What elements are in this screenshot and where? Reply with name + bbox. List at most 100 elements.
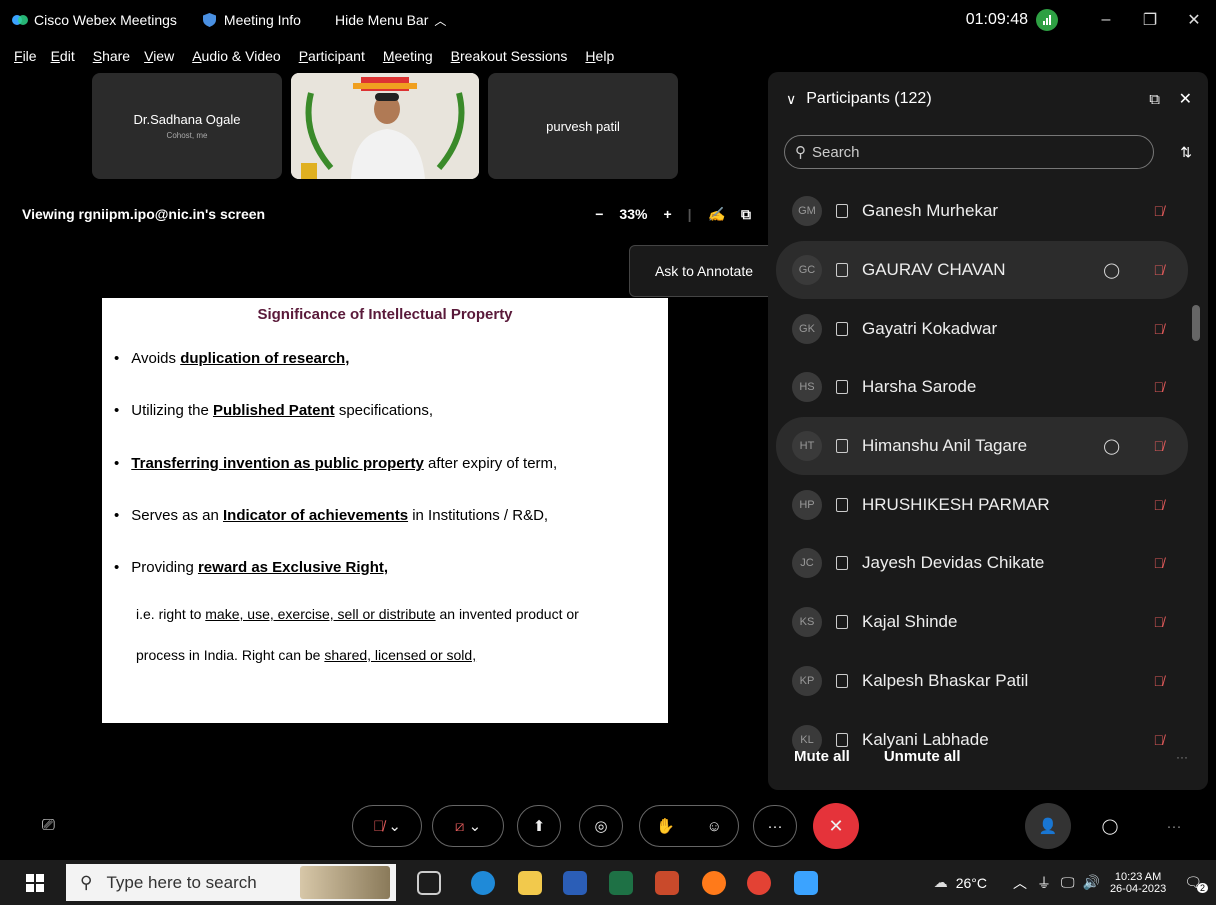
captions-icon[interactable]: ⎚: [42, 817, 55, 835]
participant-row[interactable]: KS Kajal Shinde 🎙̸: [776, 593, 1188, 652]
participants-toggle-button[interactable]: 👤: [1025, 803, 1071, 849]
meeting-info-button[interactable]: Meeting Info: [202, 12, 301, 28]
menu-audio-video[interactable]: Audio & Video: [192, 48, 280, 64]
chat-toggle-button[interactable]: ◯: [1088, 805, 1132, 847]
usb-icon[interactable]: ⏚: [1037, 873, 1051, 893]
restore-icon[interactable]: ❐: [1128, 10, 1172, 30]
menu-help[interactable]: Help: [585, 48, 614, 64]
popout-share-icon[interactable]: ⧉: [741, 206, 751, 223]
reactions-button[interactable]: ✋ ☺: [639, 805, 739, 847]
mic-muted-icon[interactable]: 🎙̸: [1154, 614, 1165, 630]
windows-start-icon[interactable]: [26, 874, 44, 892]
chevron-down-icon[interactable]: ∨: [786, 91, 796, 108]
weather-temp[interactable]: 26°C: [956, 875, 987, 891]
more-button[interactable]: ···: [753, 805, 797, 847]
meeting-info-label: Meeting Info: [223, 12, 301, 28]
edge-icon[interactable]: [471, 871, 495, 895]
mic-muted-icon[interactable]: 🎙̸: [1154, 497, 1165, 513]
participant-row[interactable]: HP HRUSHIKESH PARMAR 🎙̸: [776, 475, 1188, 534]
volume-icon[interactable]: 🔊: [1083, 874, 1100, 891]
menu-share[interactable]: Share: [93, 48, 130, 64]
participant-row[interactable]: HS Harsha Sarode 🎙̸: [776, 358, 1188, 417]
participant-row[interactable]: HT Himanshu Anil Tagare ◯ 🎙̸: [776, 416, 1188, 476]
device-icon: [836, 439, 848, 454]
mic-muted-icon[interactable]: 🎙̸: [1154, 379, 1165, 395]
mute-all-button[interactable]: Mute all: [794, 748, 850, 765]
device-icon: [836, 380, 848, 395]
video-tile-speaker[interactable]: [291, 73, 479, 179]
more-options-icon[interactable]: ···: [1176, 750, 1188, 764]
mic-muted-icon[interactable]: 🎙̸: [1154, 438, 1165, 454]
participant-name: Himanshu Anil Tagare: [862, 436, 1028, 456]
video-tile-purvesh[interactable]: purvesh patil: [488, 73, 678, 179]
raise-hand-icon: ✋: [655, 818, 675, 835]
more-panels-button[interactable]: ···: [1152, 805, 1196, 847]
mic-muted-icon[interactable]: 🎙̸: [1154, 673, 1165, 689]
powerpoint-icon[interactable]: [655, 871, 679, 895]
mic-muted-icon[interactable]: 🎙̸: [1154, 555, 1165, 571]
chevron-down-icon: ⌄: [468, 818, 482, 835]
minimize-icon[interactable]: –: [1084, 11, 1128, 29]
mic-muted-icon[interactable]: 🎙̸: [1154, 262, 1165, 278]
file-explorer-icon[interactable]: [518, 871, 542, 895]
scrollbar-thumb[interactable]: [1192, 305, 1200, 341]
title-bar: Cisco Webex Meetings Meeting Info Hide M…: [0, 0, 1216, 40]
end-meeting-button[interactable]: ✕: [813, 803, 859, 849]
close-panel-icon[interactable]: ✕: [1179, 89, 1192, 109]
word-icon[interactable]: [563, 871, 587, 895]
popout-icon[interactable]: ⧉: [1149, 91, 1160, 108]
participant-row[interactable]: GM Ganesh Murhekar 🎙̸: [776, 182, 1188, 241]
participant-row[interactable]: GK Gayatri Kokadwar 🎙̸: [776, 299, 1188, 358]
webex-taskbar-icon[interactable]: [794, 871, 818, 895]
tray-chevron-icon[interactable]: ︿: [1013, 873, 1027, 893]
network-icon[interactable]: 🖵: [1061, 874, 1075, 891]
mic-muted-icon[interactable]: 🎙̸: [1154, 321, 1165, 337]
firefox-icon[interactable]: [702, 871, 726, 895]
video-button[interactable]: ⧄ ⌄: [432, 805, 504, 847]
video-tile-sadhana[interactable]: Dr.Sadhana Ogale Cohost, me: [92, 73, 282, 179]
taskbar-clock[interactable]: 10:23 AM 26-04-2023: [1110, 871, 1166, 895]
menu-breakout-sessions[interactable]: Breakout Sessions: [451, 48, 568, 64]
more-icon: ···: [767, 817, 783, 835]
mute-button[interactable]: 🎙̸ ⌄: [352, 805, 422, 847]
notification-icon[interactable]: 🗨 2: [1184, 874, 1208, 893]
chat-bubble-icon[interactable]: ◯: [1103, 437, 1120, 455]
taskbar-search-input[interactable]: ⚲ Type here to search: [66, 864, 396, 901]
shared-slide: Significance of Intellectual Property Av…: [102, 298, 668, 723]
slide-bullet: Transferring invention as public propert…: [114, 455, 557, 472]
excel-icon[interactable]: [609, 871, 633, 895]
zoom-in-button[interactable]: +: [663, 206, 671, 222]
annotate-icon[interactable]: ✍: [708, 206, 725, 223]
participant-search-input[interactable]: ⚲ Search: [784, 135, 1154, 169]
participant-scrollbar[interactable]: [1192, 180, 1200, 735]
chrome-icon[interactable]: [747, 871, 771, 895]
menu-meeting[interactable]: Meeting: [383, 48, 433, 64]
mic-muted-icon[interactable]: 🎙̸: [1154, 732, 1165, 748]
task-view-icon[interactable]: [417, 871, 441, 895]
sort-icon[interactable]: ⇅: [1180, 144, 1192, 161]
device-icon: [836, 263, 848, 278]
connection-status-icon[interactable]: [1036, 9, 1058, 31]
participant-row[interactable]: KP Kalpesh Bhaskar Patil 🎙̸: [776, 652, 1188, 711]
viewing-label: Viewing rgniipm.ipo@nic.in's screen: [22, 206, 266, 222]
menu-participant[interactable]: Participant: [299, 48, 365, 64]
participant-list: GM Ganesh Murhekar 🎙̸ GC GAURAV CHAVAN ◯ 🎙̸ GK G…: [776, 182, 1188, 769]
participant-row[interactable]: GC GAURAV CHAVAN ◯ 🎙̸: [776, 240, 1188, 300]
avatar: GC: [792, 255, 822, 286]
meeting-timer: 01:09:48: [965, 11, 1028, 28]
record-button[interactable]: ◎: [579, 805, 623, 847]
share-button[interactable]: ⬆: [517, 805, 561, 847]
unmute-all-button[interactable]: Unmute all: [884, 748, 961, 765]
weather-icon[interactable]: ☁: [934, 874, 948, 891]
hide-menu-bar-button[interactable]: Hide Menu Bar ︿: [335, 12, 446, 29]
chat-bubble-icon[interactable]: ◯: [1103, 261, 1120, 279]
menu-view[interactable]: View: [144, 48, 174, 64]
mic-muted-icon[interactable]: 🎙̸: [1154, 203, 1165, 219]
zoom-out-button[interactable]: −: [595, 206, 603, 222]
menu-file[interactable]: File: [14, 48, 37, 64]
close-icon[interactable]: ✕: [1172, 10, 1216, 30]
participant-row[interactable]: JC Jayesh Devidas Chikate 🎙̸: [776, 534, 1188, 593]
participant-name: Ganesh Murhekar: [862, 201, 999, 221]
search-placeholder: Search: [812, 143, 860, 161]
menu-edit[interactable]: Edit: [51, 48, 75, 64]
